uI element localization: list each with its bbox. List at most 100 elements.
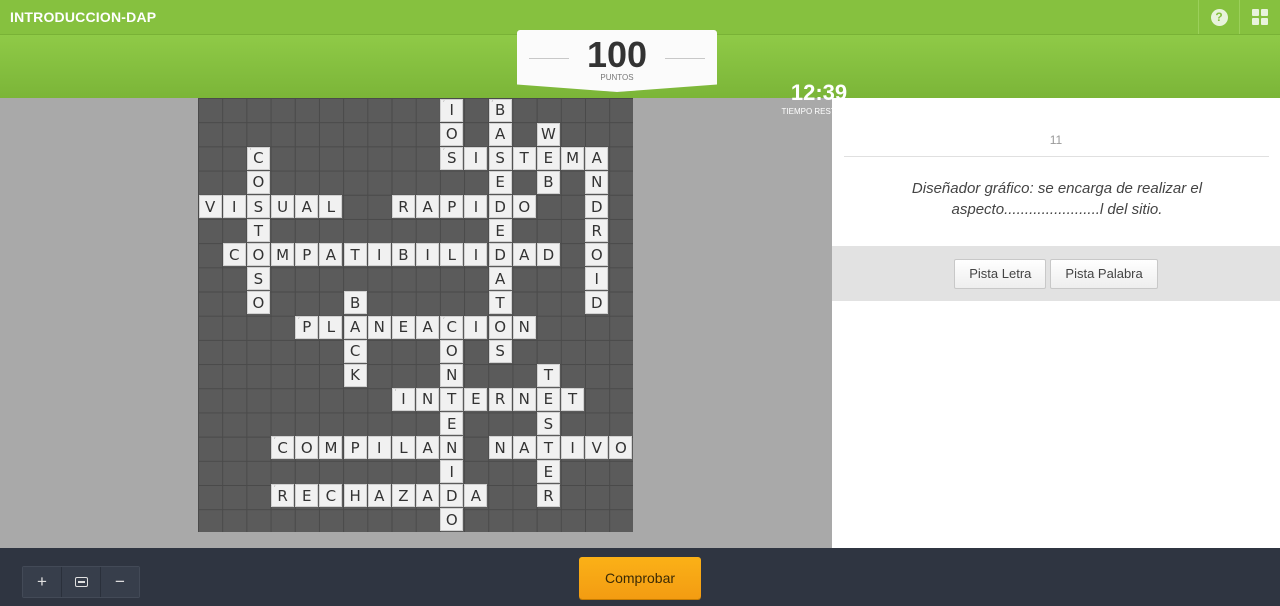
crossword-cell[interactable]: M	[319, 436, 343, 460]
crossword-cell[interactable]: I	[464, 195, 488, 219]
crossword-cell[interactable]: I	[440, 460, 464, 484]
crossword-cell[interactable]: A	[319, 243, 343, 267]
crossword-cell[interactable]: I	[222, 195, 246, 219]
crossword-cell[interactable]: O	[246, 243, 270, 267]
crossword-cell[interactable]: ′ R	[271, 484, 295, 508]
crossword-cell[interactable]: S	[246, 195, 270, 219]
crossword-cell[interactable]: R	[488, 387, 512, 411]
crossword-cell[interactable]: P	[440, 195, 464, 219]
crossword-cell[interactable]: O	[585, 243, 609, 267]
crossword-cell[interactable]: O	[246, 170, 270, 194]
crossword-cell[interactable]: D	[585, 291, 609, 315]
crossword-cell[interactable]: A	[488, 122, 512, 146]
crossword-cell[interactable]: B	[343, 291, 367, 315]
crossword-cell[interactable]: I	[367, 436, 391, 460]
crossword-cell[interactable]: C	[343, 339, 367, 363]
crossword-cell[interactable]: S	[488, 339, 512, 363]
crossword-cell[interactable]: R	[391, 195, 415, 219]
crossword-cell[interactable]: ′ P	[295, 315, 319, 339]
crossword-cell[interactable]: O	[440, 339, 464, 363]
crossword-cell[interactable]: O	[295, 436, 319, 460]
crossword-cell[interactable]: E	[488, 170, 512, 194]
crossword-cell[interactable]: V	[585, 436, 609, 460]
crossword-cell[interactable]: M	[561, 146, 585, 170]
crossword-cell[interactable]: O	[440, 508, 464, 532]
check-button[interactable]: Comprobar	[579, 557, 701, 599]
crossword-cell[interactable]: R	[536, 484, 560, 508]
crossword-cell[interactable]: E	[440, 412, 464, 436]
zoom-fit-button[interactable]	[62, 567, 101, 597]
crossword-cell[interactable]: D	[488, 195, 512, 219]
crossword-cell[interactable]: Z	[391, 484, 415, 508]
crossword-cell[interactable]: P	[343, 436, 367, 460]
crossword-cell[interactable]: M	[271, 243, 295, 267]
crossword-cell[interactable]: E	[536, 146, 560, 170]
crossword-cell[interactable]: C	[222, 243, 246, 267]
crossword-cell[interactable]: A	[416, 484, 440, 508]
crossword-cell[interactable]: N	[488, 436, 512, 460]
crossword-cell[interactable]: N	[367, 315, 391, 339]
crossword-cell[interactable]: T	[561, 387, 585, 411]
crossword-cell[interactable]: P	[295, 243, 319, 267]
crossword-cell[interactable]: B	[536, 170, 560, 194]
crossword-cell[interactable]: O	[246, 291, 270, 315]
crossword-cell[interactable]: A	[416, 436, 440, 460]
crossword-cell[interactable]: O	[609, 436, 633, 460]
crossword-cell[interactable]: ′ I	[391, 387, 415, 411]
crossword-cell[interactable]: A	[367, 484, 391, 508]
crossword-cell[interactable]: N	[512, 315, 536, 339]
crossword-cell[interactable]: V	[198, 195, 222, 219]
crossword-cell[interactable]: S	[246, 267, 270, 291]
crossword-cell[interactable]: ′ C	[246, 146, 270, 170]
crossword-cell[interactable]: D	[585, 195, 609, 219]
crossword-cell[interactable]: N	[440, 363, 464, 387]
crossword-cell[interactable]: I	[464, 243, 488, 267]
crossword-cell[interactable]: I	[464, 146, 488, 170]
crossword-cell[interactable]: N	[512, 387, 536, 411]
crossword-cell[interactable]: A	[512, 436, 536, 460]
crossword-cell[interactable]: A	[585, 146, 609, 170]
crossword-cell[interactable]: L	[391, 436, 415, 460]
crossword-cell[interactable]: I	[367, 243, 391, 267]
crossword-cell[interactable]: U	[271, 195, 295, 219]
crossword-cell[interactable]: A	[512, 243, 536, 267]
crossword-cell[interactable]: N	[416, 387, 440, 411]
crossword-cell[interactable]: E	[488, 219, 512, 243]
crossword-cell[interactable]: I	[585, 267, 609, 291]
crossword-cell[interactable]: ′ C	[440, 315, 464, 339]
crossword-cell[interactable]: L	[440, 243, 464, 267]
crossword-cell[interactable]: A	[416, 195, 440, 219]
crossword-cell[interactable]: D	[536, 243, 560, 267]
crossword-cell[interactable]: L	[319, 195, 343, 219]
zoom-out-button[interactable]: −	[101, 567, 139, 597]
crossword-cell[interactable]: T	[343, 243, 367, 267]
crossword-cell[interactable]: A	[488, 267, 512, 291]
crossword-cell[interactable]: T	[440, 387, 464, 411]
crossword-cell[interactable]: R	[585, 219, 609, 243]
crossword-cell[interactable]: W	[536, 122, 560, 146]
crossword-cell[interactable]: T	[536, 363, 560, 387]
crossword-cell[interactable]: I	[464, 315, 488, 339]
crossword-cell[interactable]: I	[561, 436, 585, 460]
crossword-cell[interactable]: N	[440, 436, 464, 460]
crossword-cell[interactable]: H	[343, 484, 367, 508]
crossword-cell[interactable]: T	[512, 146, 536, 170]
crossword-cell[interactable]: ′ B	[488, 98, 512, 122]
crossword-cell[interactable]: E	[536, 387, 560, 411]
crossword-cell[interactable]: B	[391, 243, 415, 267]
help-button[interactable]: ?	[1198, 0, 1239, 34]
crossword-cell[interactable]: ′ S	[440, 146, 464, 170]
zoom-in-button[interactable]: +	[23, 567, 62, 597]
crossword-cell[interactable]: K	[343, 363, 367, 387]
crossword-cell[interactable]: T	[246, 219, 270, 243]
crossword-cell[interactable]: ′ C	[271, 436, 295, 460]
crossword-cell[interactable]: S	[488, 146, 512, 170]
crossword-cell[interactable]: S	[536, 412, 560, 436]
crossword-cell[interactable]: I	[416, 243, 440, 267]
crossword-cell[interactable]: A	[295, 195, 319, 219]
hint-word-button[interactable]: Pista Palabra	[1050, 258, 1158, 289]
crossword-cell[interactable]: O	[440, 122, 464, 146]
crossword-cell[interactable]: C	[319, 484, 343, 508]
crossword-cell[interactable]: E	[295, 484, 319, 508]
crossword-cell[interactable]: A	[416, 315, 440, 339]
